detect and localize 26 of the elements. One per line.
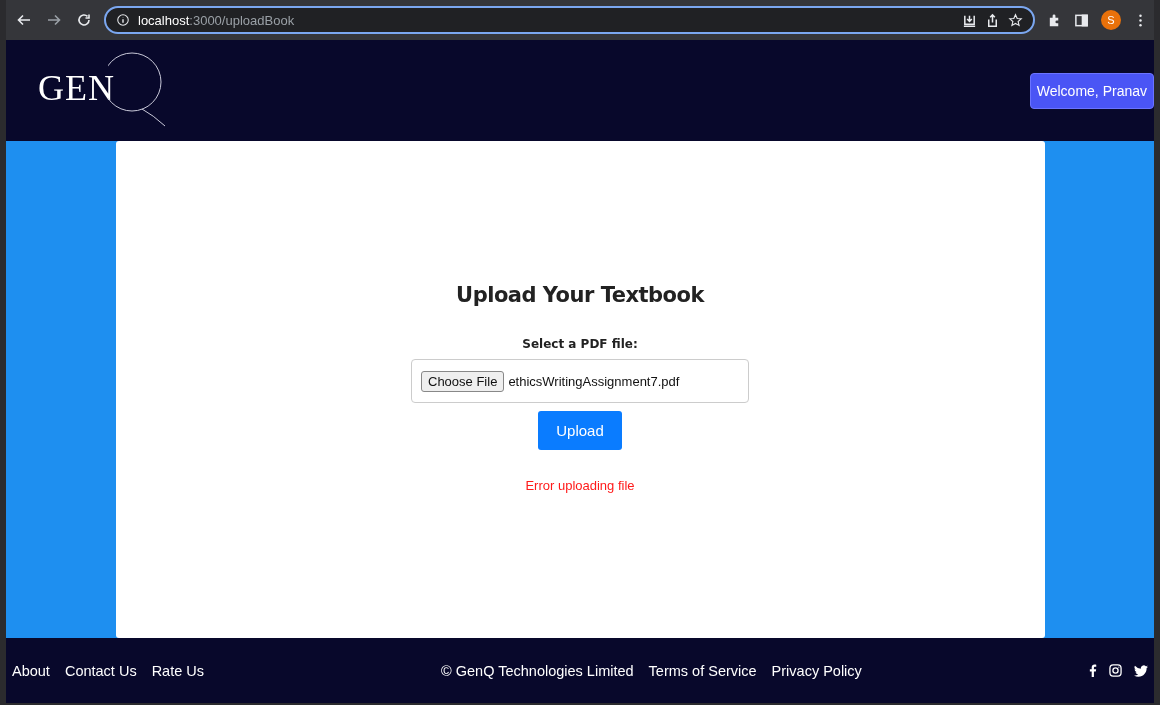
file-label: Select a PDF file: — [522, 337, 638, 351]
copyright-text: © GenQ Technologies Limited — [441, 662, 634, 679]
error-message: Error uploading file — [525, 478, 635, 493]
footer-link[interactable]: Contact Us — [64, 662, 137, 679]
twitter-icon[interactable] — [1134, 664, 1148, 677]
facebook-icon[interactable] — [1089, 664, 1097, 677]
footer-link[interactable]: Rate Us — [151, 662, 205, 679]
choose-file-button[interactable]: Choose File — [421, 370, 505, 392]
side-panel-icon[interactable] — [1074, 12, 1089, 28]
file-name: ethicsWritingAssignment7.pdf — [508, 373, 680, 389]
instagram-icon[interactable] — [1109, 664, 1122, 677]
reload-icon[interactable] — [76, 12, 92, 28]
address-bar[interactable]: localhost:3000/uploadBook — [104, 6, 1035, 34]
share-icon[interactable] — [985, 12, 1000, 28]
upload-button[interactable]: Upload — [538, 411, 622, 450]
forward-icon[interactable] — [46, 12, 62, 28]
logo[interactable]: GEN — [38, 66, 115, 109]
footer-link[interactable]: About — [12, 662, 50, 679]
user-button[interactable]: Welcome, Pranav — [1029, 72, 1154, 109]
info-icon — [116, 13, 130, 27]
star-icon[interactable] — [1008, 12, 1023, 28]
footer-link[interactable]: Privacy Policy — [771, 662, 862, 679]
back-icon[interactable] — [16, 12, 32, 28]
file-input[interactable]: Choose File ethicsWritingAssignment7.pdf — [411, 359, 749, 403]
page-title: Upload Your Textbook — [456, 283, 704, 307]
footer-link[interactable]: Terms of Service — [648, 662, 757, 679]
